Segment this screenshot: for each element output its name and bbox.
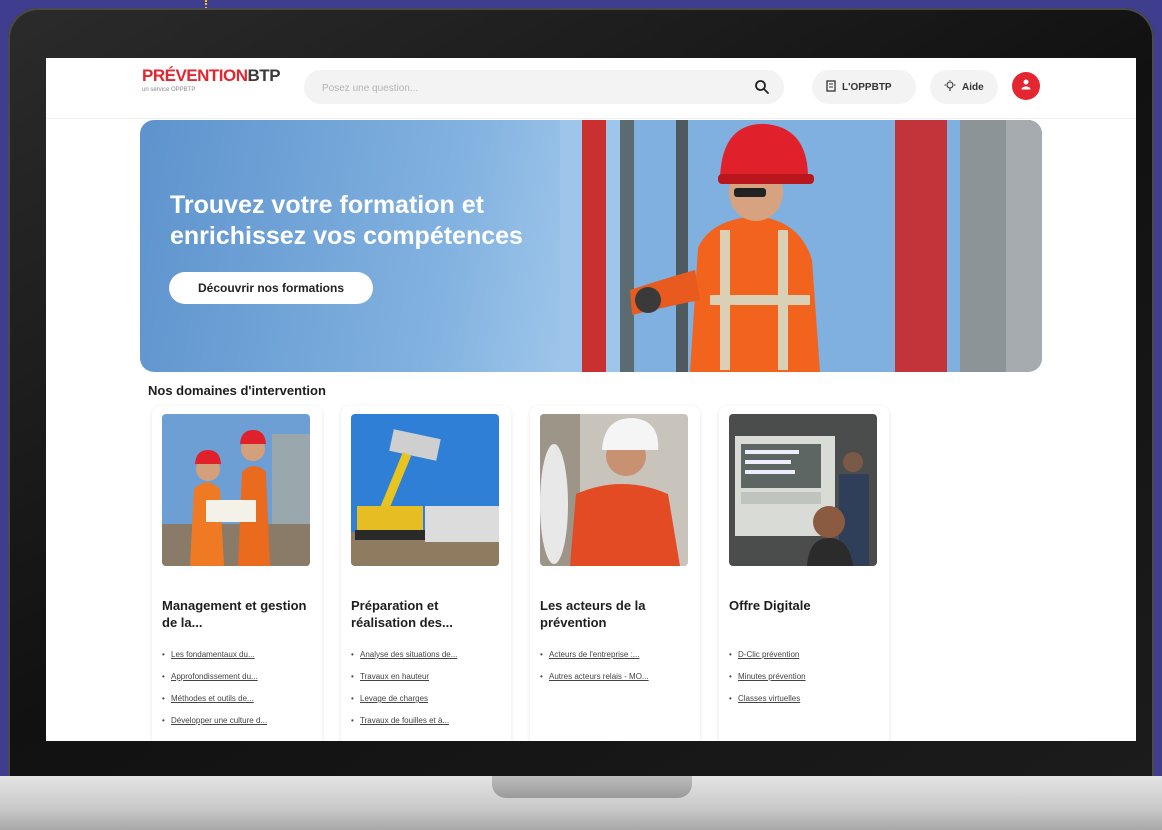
search-bar[interactable] bbox=[304, 70, 784, 104]
card-link[interactable]: Les fondamentaux du... bbox=[162, 650, 314, 659]
card-links: D-Clic prévention Minutes prévention Cla… bbox=[729, 650, 881, 716]
user-icon bbox=[1020, 77, 1032, 95]
card-links: Les fondamentaux du... Approfondissement… bbox=[162, 650, 314, 738]
card-link[interactable]: Travaux de fouilles et à... bbox=[351, 716, 503, 725]
domain-card-management[interactable]: Management et gestion de la... Les fonda… bbox=[152, 406, 322, 741]
search-input[interactable] bbox=[320, 78, 724, 98]
logo-subtitle: un service OPPBTP bbox=[142, 87, 196, 93]
domain-card-digital[interactable]: Offre Digitale D-Clic prévention Minutes… bbox=[719, 406, 889, 741]
card-links: Acteurs de l'entreprise :... Autres acte… bbox=[540, 650, 692, 694]
logo-red-text: PRÉVENTION bbox=[142, 66, 248, 85]
hero-title: Trouvez votre formation et enrichissez v… bbox=[170, 191, 523, 250]
card-link[interactable]: Acteurs de l'entreprise :... bbox=[540, 650, 692, 659]
card-link[interactable]: Méthodes et outils de... bbox=[162, 694, 314, 703]
card-image-actors bbox=[540, 414, 688, 566]
card-image-digital bbox=[729, 414, 877, 566]
site-header: PRÉVENTIONBTP un service OPPBTP L bbox=[46, 58, 1136, 119]
card-link[interactable]: Classes virtuelles bbox=[729, 694, 881, 703]
user-avatar[interactable] bbox=[1012, 72, 1040, 100]
card-link[interactable]: Développer une culture d... bbox=[162, 716, 314, 725]
card-title: Offre Digitale bbox=[729, 598, 811, 613]
discover-trainings-button[interactable]: Découvrir nos formations bbox=[169, 272, 373, 304]
section-title: Nos domaines d'intervention bbox=[148, 383, 326, 398]
card-title: Les acteurs de la prévention bbox=[540, 598, 646, 630]
card-link[interactable]: Analyse des situations de... bbox=[351, 650, 503, 659]
oppbtp-label: L'OPPBTP bbox=[842, 81, 892, 93]
laptop-notch bbox=[492, 776, 692, 798]
card-link[interactable]: Approfondissement du... bbox=[162, 672, 314, 681]
card-links: Analyse des situations de... Travaux en … bbox=[351, 650, 503, 738]
card-title: Préparation et réalisation des... bbox=[351, 598, 453, 630]
card-image-management bbox=[162, 414, 310, 566]
card-link[interactable]: Levage de charges bbox=[351, 694, 503, 703]
lightbulb-icon bbox=[944, 79, 956, 95]
building-icon bbox=[826, 79, 836, 95]
site-logo[interactable]: PRÉVENTIONBTP un service OPPBTP bbox=[142, 66, 281, 93]
help-button[interactable]: Aide bbox=[930, 70, 998, 104]
card-title: Management et gestion de la... bbox=[162, 598, 307, 630]
card-link[interactable]: Autres acteurs relais - MO... bbox=[540, 672, 692, 681]
hero-banner: Trouvez votre formation et enrichissez v… bbox=[140, 120, 1042, 372]
search-icon[interactable] bbox=[754, 79, 770, 100]
laptop-screen: PRÉVENTIONBTP un service OPPBTP L bbox=[46, 58, 1136, 741]
logo-dark-text: BTP bbox=[247, 66, 281, 85]
card-link[interactable]: Minutes prévention bbox=[729, 672, 881, 681]
domain-card-actors[interactable]: Les acteurs de la prévention Acteurs de … bbox=[530, 406, 700, 741]
help-label: Aide bbox=[962, 81, 984, 93]
card-image-preparation bbox=[351, 414, 499, 566]
oppbtp-button[interactable]: L'OPPBTP bbox=[812, 70, 916, 104]
hero-worker-photo bbox=[560, 120, 1042, 372]
domain-card-preparation[interactable]: Préparation et réalisation des... Analys… bbox=[341, 406, 511, 741]
card-link[interactable]: D-Clic prévention bbox=[729, 650, 881, 659]
card-link[interactable]: Travaux en hauteur bbox=[351, 672, 503, 681]
